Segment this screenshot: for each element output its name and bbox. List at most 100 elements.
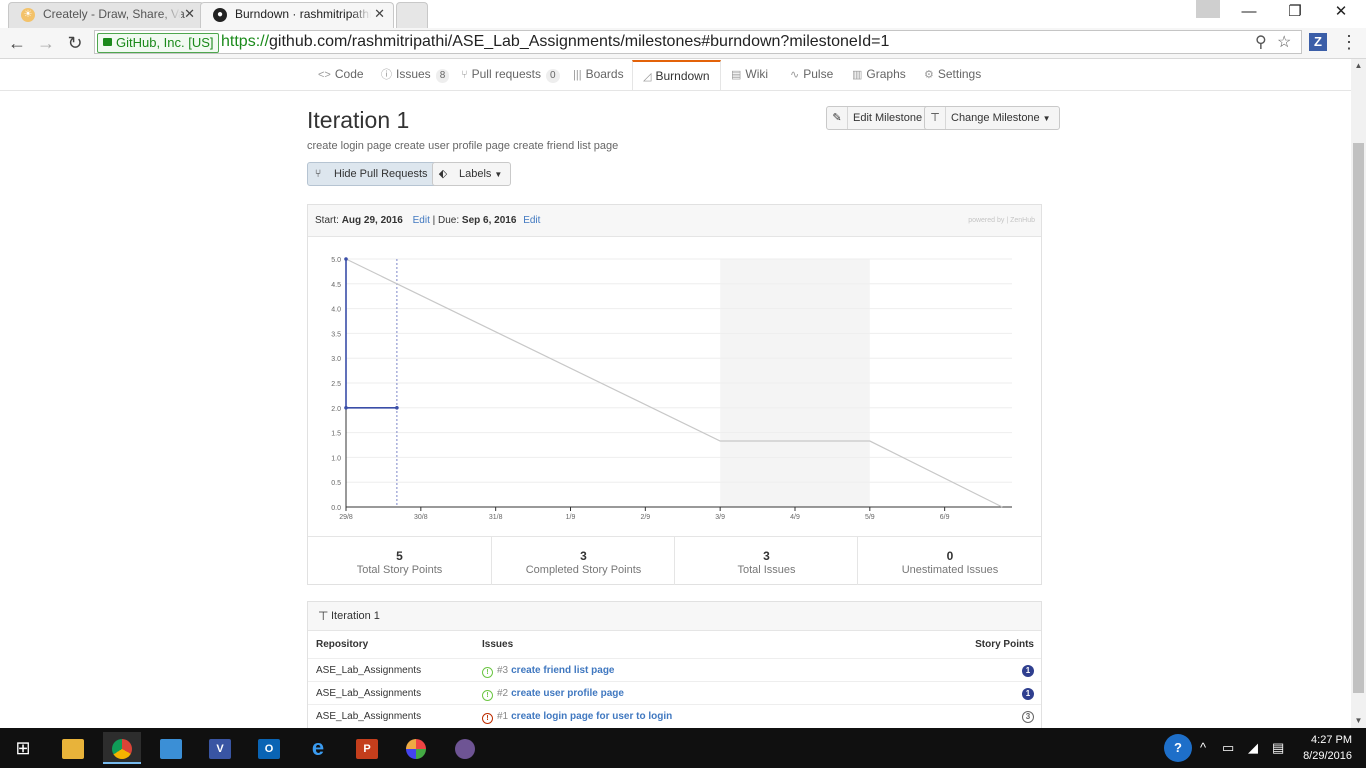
page-viewport: <> Code ⓘ Issues 8 ⑂ Pull requests 0 ||| Board… bbox=[0, 59, 1351, 728]
stat-value: 0 bbox=[946, 549, 954, 563]
graph-icon: ▥ bbox=[852, 69, 863, 81]
edit-milestone-button[interactable]: ✎ Edit Milestone bbox=[826, 106, 932, 130]
x-tick-label: 4/9 bbox=[790, 514, 800, 521]
row-issue: ! #1 create login page for user to login bbox=[482, 705, 672, 728]
tag-icon: ⬖ bbox=[438, 168, 448, 180]
tab-pull-requests[interactable]: ⑂ Pull requests 0 bbox=[461, 59, 560, 90]
milestone-icon: ⊤ bbox=[318, 609, 329, 623]
search-icon[interactable]: ⚲ bbox=[1255, 32, 1267, 52]
tab-wiki[interactable]: ▤ Wiki bbox=[731, 59, 768, 90]
stat-total-issues: 3 Total Issues bbox=[674, 537, 858, 585]
tab-graphs[interactable]: ▥ Graphs bbox=[852, 59, 906, 90]
windows-start-icon[interactable]: ⊞ bbox=[4, 732, 42, 764]
burndown-panel: Start: Aug 29, 2016 Edit | Due: Sep 6, 2… bbox=[307, 204, 1042, 585]
zenhub-extension-icon[interactable]: Z bbox=[1309, 33, 1327, 51]
address-bar[interactable]: GitHub, Inc. [US] https://github.com/ras… bbox=[94, 30, 1302, 54]
tab-wiki-label: Wiki bbox=[745, 67, 769, 81]
scrollbar-thumb[interactable] bbox=[1353, 143, 1364, 693]
story-points-badge: 1 bbox=[1022, 665, 1034, 677]
tab-fade bbox=[351, 3, 371, 27]
window-close-icon[interactable]: ✕ bbox=[1318, 0, 1364, 26]
row-repo[interactable]: ASE_Lab_Assignments bbox=[316, 682, 421, 705]
row-repo[interactable]: ASE_Lab_Assignments bbox=[316, 659, 421, 682]
picasa-icon[interactable] bbox=[397, 732, 435, 764]
reload-icon[interactable]: ↻ bbox=[63, 31, 87, 55]
powerpoint-icon[interactable]: P bbox=[348, 732, 386, 764]
hide-pull-requests-button[interactable]: ⑂ Hide Pull Requests bbox=[307, 162, 437, 186]
pulse-icon: ∿ bbox=[790, 69, 800, 81]
tab-code[interactable]: <> Code bbox=[318, 59, 364, 90]
wifi-icon[interactable]: ◢ bbox=[1248, 728, 1258, 768]
tab-pulse[interactable]: ∿ Pulse bbox=[790, 59, 833, 90]
issues-counter: 8 bbox=[435, 69, 450, 83]
issue-title-link[interactable]: create user profile page bbox=[511, 688, 624, 699]
tab-settings[interactable]: ⚙ Settings bbox=[924, 59, 981, 90]
chrome-menu-icon[interactable]: ⋮ bbox=[1340, 32, 1358, 52]
milestone-issues-table: ⊤ Iteration 1 Repository Issues Story Po… bbox=[307, 601, 1042, 728]
issue-title-link[interactable]: create friend list page bbox=[511, 665, 614, 676]
outlook-icon[interactable]: O bbox=[250, 732, 288, 764]
scroll-down-icon[interactable]: ▼ bbox=[1351, 714, 1366, 728]
tab-creately[interactable]: ☀ Creately - Draw, Share, Va ✕ bbox=[8, 2, 204, 28]
taskbar-clock[interactable]: 4:27 PM 8/29/2016 bbox=[1288, 732, 1352, 764]
open-issue-icon: ! bbox=[482, 667, 493, 678]
show-hidden-icons-icon[interactable]: ^ bbox=[1200, 728, 1206, 768]
help-icon[interactable]: ? bbox=[1164, 728, 1192, 768]
boards-icon: ||| bbox=[573, 69, 582, 81]
ev-certificate-badge[interactable]: GitHub, Inc. [US] bbox=[97, 33, 219, 53]
back-icon[interactable]: ← bbox=[5, 31, 29, 55]
pulls-counter: 0 bbox=[545, 69, 560, 83]
url-text[interactable]: https://github.com/rashmitripathi/ASE_La… bbox=[221, 31, 889, 53]
issue-title-link[interactable]: create login page for user to login bbox=[511, 711, 672, 722]
tab-burndown[interactable]: ◿ Burndown bbox=[632, 60, 721, 90]
ev-label: GitHub, Inc. [US] bbox=[116, 35, 214, 50]
tab-burndown[interactable]: ● Burndown · rashmitripathi ✕ bbox=[200, 2, 394, 28]
close-tab-icon[interactable]: ✕ bbox=[184, 3, 195, 25]
y-tick-label: 5.0 bbox=[331, 257, 341, 264]
stat-label: Unestimated Issues bbox=[901, 564, 999, 576]
chrome-icon[interactable] bbox=[103, 732, 141, 764]
bookmark-star-icon[interactable]: ☆ bbox=[1277, 32, 1291, 52]
tab-pulls-label: Pull requests bbox=[471, 67, 541, 81]
browser-tab-strip: ☀ Creately - Draw, Share, Va ✕ ● Burndow… bbox=[0, 0, 1366, 28]
x-tick-label: 2/9 bbox=[640, 514, 650, 521]
file-explorer-icon[interactable] bbox=[54, 732, 92, 764]
labels-button[interactable]: ⬖ Labels ▼ bbox=[432, 162, 512, 186]
tab-issues-label: Issues bbox=[396, 67, 431, 81]
page-scrollbar[interactable]: ▲ ▼ bbox=[1351, 59, 1366, 728]
edit-due-link[interactable]: Edit bbox=[523, 215, 540, 226]
story-points-badge: 3 bbox=[1022, 711, 1034, 723]
github-desktop-icon[interactable] bbox=[446, 732, 484, 764]
edit-start-link[interactable]: Edit bbox=[413, 215, 430, 226]
row-issue: ! #2 create user profile page bbox=[482, 682, 624, 705]
close-tab-icon[interactable]: ✕ bbox=[374, 3, 385, 25]
y-tick-label: 2.5 bbox=[331, 381, 341, 388]
scroll-up-icon[interactable]: ▲ bbox=[1351, 59, 1366, 73]
creately-favicon-icon: ☀ bbox=[21, 8, 35, 22]
new-tab-button[interactable] bbox=[396, 2, 428, 28]
issue-number: #3 bbox=[497, 665, 509, 676]
tab-boards[interactable]: ||| Boards bbox=[573, 59, 624, 90]
stat-value: 3 bbox=[763, 549, 770, 563]
restore-icon[interactable]: ❐ bbox=[1272, 0, 1318, 26]
tab-fade bbox=[161, 3, 181, 27]
tab-issues[interactable]: ⓘ Issues 8 bbox=[381, 59, 450, 90]
due-date: Sep 6, 2016 bbox=[461, 215, 517, 226]
notifications-icon[interactable]: ▤ bbox=[1272, 728, 1284, 768]
change-milestone-button[interactable]: ⊤ Change Milestone ▼ bbox=[924, 106, 1060, 130]
due-label: | Due: bbox=[432, 215, 460, 226]
y-tick-label: 3.0 bbox=[331, 356, 341, 363]
profile-icon[interactable] bbox=[1196, 0, 1220, 18]
remote-desktop-icon[interactable] bbox=[152, 732, 190, 764]
battery-icon[interactable]: ▭ bbox=[1222, 728, 1234, 768]
edge-icon[interactable]: e bbox=[299, 732, 337, 764]
x-tick-label: 6/9 bbox=[940, 514, 950, 521]
visio-icon[interactable]: V bbox=[201, 732, 239, 764]
start-label: Start: bbox=[315, 215, 339, 226]
forward-icon[interactable]: → bbox=[34, 31, 58, 55]
table-row: ASE_Lab_Assignments ! #3 create friend lis… bbox=[308, 658, 1041, 682]
table-row: ASE_Lab_Assignments ! #1 create login page… bbox=[308, 704, 1041, 728]
y-tick-label: 1.0 bbox=[331, 455, 341, 462]
minimize-icon[interactable]: — bbox=[1226, 0, 1272, 26]
row-repo[interactable]: ASE_Lab_Assignments bbox=[316, 705, 421, 728]
